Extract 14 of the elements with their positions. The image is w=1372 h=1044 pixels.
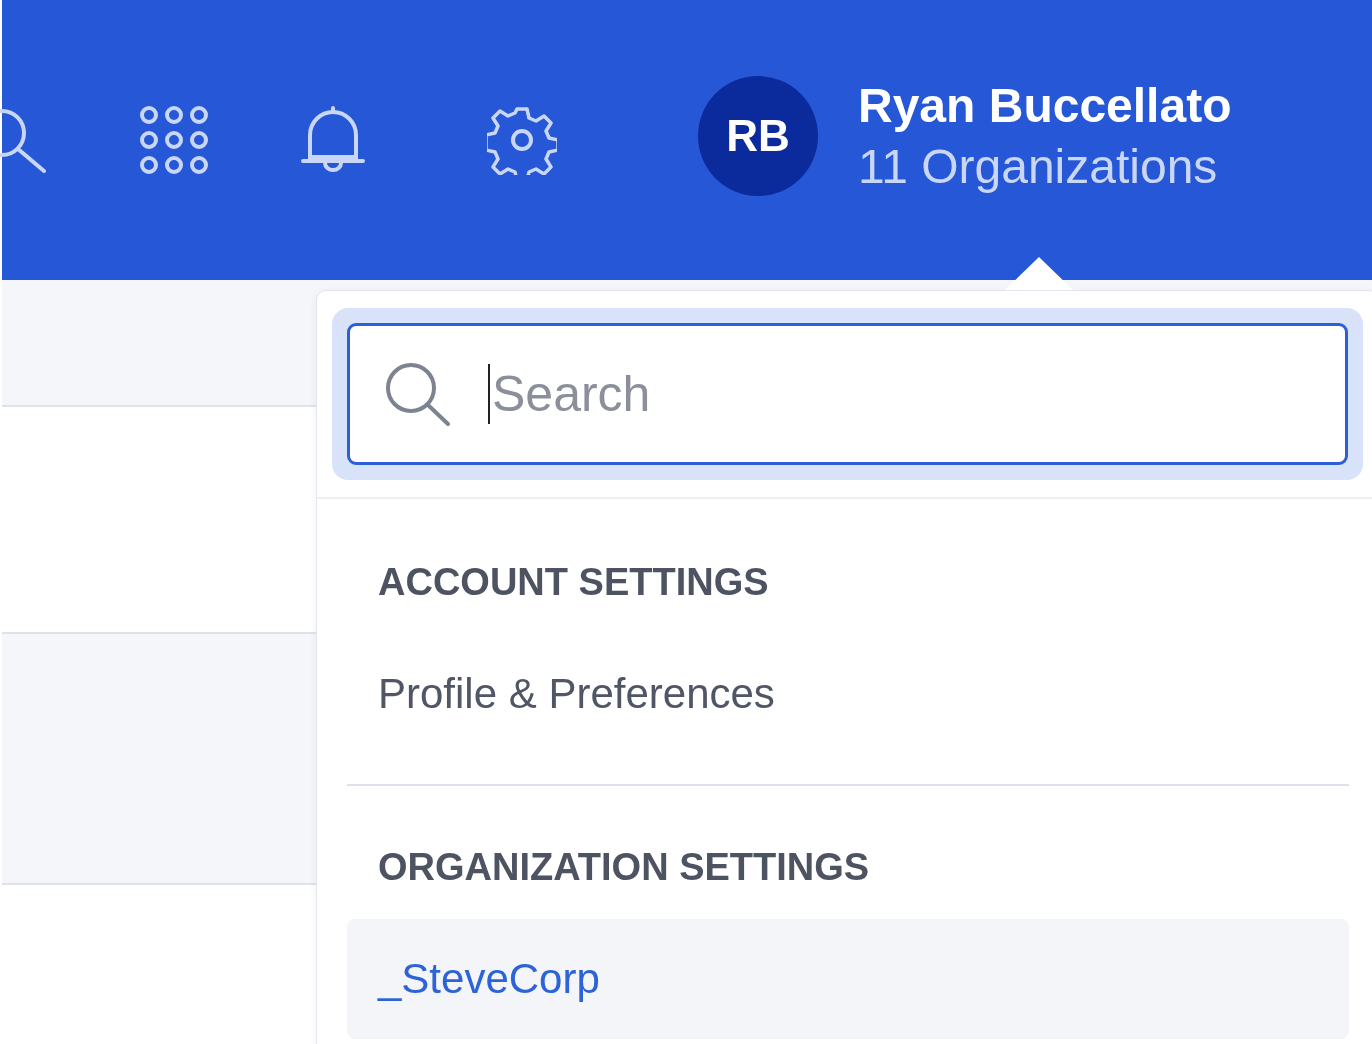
bell-icon[interactable]: [300, 105, 366, 175]
search-input[interactable]: Search: [488, 364, 1194, 424]
section-heading: ACCOUNT SETTINGS: [377, 561, 770, 604]
menu-item[interactable]: _SteveCorp: [347, 919, 1349, 1039]
menu-item[interactable]: Profile & Preferences: [347, 670, 1349, 718]
user-name: Ryan Buccellato: [858, 78, 1232, 133]
user-avatar[interactable]: RB: [698, 76, 818, 196]
section-heading: ORGANIZATION SETTINGS: [377, 846, 871, 889]
app-grid-icon[interactable]: [139, 105, 209, 175]
settings-icon[interactable]: [487, 105, 557, 175]
organization-count: 11 Organizations: [858, 139, 1219, 194]
search-field[interactable]: Search: [347, 323, 1348, 465]
search-icon: [384, 361, 452, 427]
search-icon[interactable]: [0, 107, 48, 173]
